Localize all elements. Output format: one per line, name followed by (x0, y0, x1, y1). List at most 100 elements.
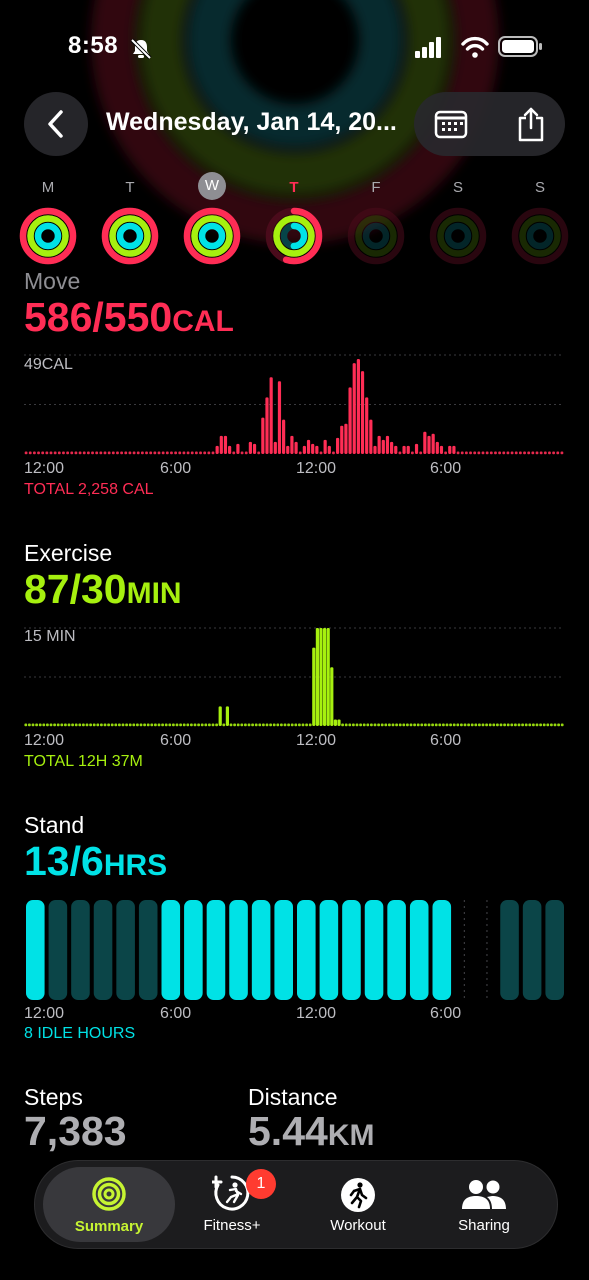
chart-bar (74, 451, 78, 455)
chart-bar (438, 723, 442, 727)
stand-hour-bar (500, 900, 519, 1000)
chart-bar (282, 419, 286, 454)
share-button[interactable] (496, 92, 566, 156)
chart-bar (211, 451, 215, 455)
day-activity-rings[interactable] (264, 206, 324, 266)
chart-bar (208, 723, 211, 727)
chart-bar (323, 439, 327, 454)
chart-bar (456, 723, 460, 727)
chart-bar (28, 723, 31, 727)
activity-summary-screen: 8:58 Wednesday, Jan 14, 20... M T W T F … (0, 0, 589, 1280)
stand-title: Stand (24, 812, 85, 838)
chart-bar (168, 723, 172, 727)
stand-hour-bar (71, 900, 90, 1000)
chart-bar (543, 451, 547, 455)
move-total: TOTAL 2,258 CAL (24, 481, 154, 498)
chart-bar (100, 723, 103, 727)
workout-runner-icon (341, 1178, 375, 1212)
steps-title: Steps (24, 1084, 83, 1110)
chart-bar (174, 451, 178, 455)
chart-bar (157, 451, 161, 455)
chart-bar (424, 723, 427, 727)
chevron-left-icon (48, 110, 63, 138)
chart-bar (514, 451, 518, 455)
chart-bar (193, 723, 197, 727)
stand-value: 13/6HRS (24, 838, 168, 884)
day-activity-rings[interactable] (182, 206, 242, 266)
chart-bar (258, 723, 262, 727)
chart-bar (175, 723, 179, 727)
activity-rings-icon (92, 1177, 126, 1211)
chart-bar (70, 451, 74, 455)
chart-bar (165, 451, 169, 455)
axis-tick-label: 12:00 (24, 732, 65, 749)
day-activity-rings[interactable] (18, 206, 78, 266)
chart-bar (207, 451, 211, 455)
calendar-icon (434, 110, 468, 139)
chart-bar (46, 723, 49, 727)
chart-bar (315, 628, 319, 726)
chart-bar (140, 451, 144, 455)
chart-bar (319, 628, 323, 726)
day-activity-rings[interactable] (428, 206, 488, 266)
tab-workout-label: Workout (330, 1217, 386, 1234)
day-letter: T (289, 179, 299, 196)
chart-bar (327, 445, 331, 454)
chart-bar (355, 723, 359, 727)
chart-bar (262, 723, 265, 727)
chart-bar (535, 451, 539, 455)
chart-bar (311, 443, 315, 454)
chart-bar (85, 723, 89, 727)
chart-bar (362, 723, 366, 727)
chart-bar (161, 451, 165, 455)
chart-bar (460, 723, 463, 727)
chart-bar (225, 706, 229, 726)
tab-sharing[interactable]: Sharing (422, 1161, 546, 1248)
chart-bar (510, 451, 514, 455)
chart-bar (326, 628, 330, 726)
chart-bar (492, 723, 496, 727)
chart-bar (82, 723, 85, 727)
exercise-value: 87/30MIN (24, 566, 182, 612)
chart-bar (370, 723, 373, 727)
chart-bar (360, 371, 365, 454)
chart-bar (406, 445, 410, 454)
back-button[interactable] (24, 92, 88, 156)
day-activity-rings[interactable] (100, 206, 160, 266)
stand-hour-bar (138, 900, 158, 1000)
chart-bar (190, 723, 193, 727)
day-activity-rings[interactable] (346, 206, 406, 266)
chart-bar (488, 723, 492, 727)
stand-hour-bar (206, 900, 226, 1000)
tab-fitness-plus[interactable]: 1 Fitness+ (170, 1161, 294, 1248)
battery-icon (498, 36, 542, 57)
exercise-chart (24, 627, 564, 727)
chart-bar (532, 723, 535, 727)
chart-bar (38, 723, 42, 727)
chart-bar (290, 723, 294, 727)
chart-bar (478, 723, 481, 727)
chart-bar (182, 451, 186, 455)
axis-tick-label: 6:00 (160, 460, 192, 477)
chart-bar (518, 451, 522, 455)
chart-bar (394, 445, 398, 454)
chart-bar (91, 451, 94, 455)
chart-bar (402, 723, 406, 727)
tab-workout[interactable]: Workout (296, 1161, 420, 1248)
day-activity-rings[interactable] (510, 206, 570, 266)
stand-hour-bar (93, 900, 113, 1000)
chart-bar (531, 451, 535, 455)
chart-bar (431, 433, 435, 454)
tab-summary[interactable]: Summary (43, 1167, 175, 1242)
chart-bar (132, 451, 136, 455)
calendar-button[interactable] (416, 92, 486, 156)
chart-bar (481, 723, 485, 727)
chart-bar (218, 706, 222, 726)
chart-bar (41, 451, 45, 455)
day-letter: S (452, 179, 463, 196)
chart-bar (366, 723, 370, 727)
stand-hour-bar (387, 900, 406, 1000)
chart-bar (409, 723, 413, 727)
chart-bar (265, 723, 269, 727)
chart-bar (190, 451, 194, 455)
